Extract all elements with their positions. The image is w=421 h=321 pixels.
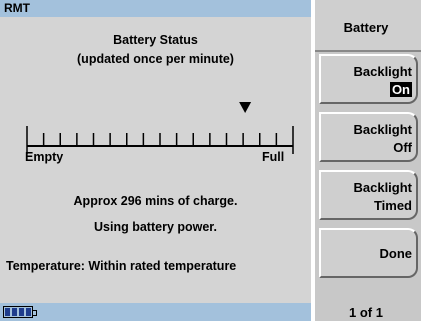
backlight-on-label: Backlight (353, 64, 412, 79)
backlight-on-state: On (389, 82, 412, 97)
backlight-on-button[interactable]: Backlight On (319, 54, 418, 104)
battery-tip (33, 310, 37, 316)
battery-segment (5, 308, 10, 316)
battery-segment (19, 308, 24, 316)
header-title: RMT (4, 1, 30, 15)
battery-segment (12, 308, 17, 316)
page-indicator: 1 of 1 (349, 305, 383, 320)
gauge-label-empty: Empty (25, 150, 64, 164)
battery-status-title: Battery Status (113, 33, 198, 47)
update-note: (updated once per minute) (77, 52, 234, 66)
temperature-text: Temperature: Within rated temperature (6, 259, 237, 273)
done-label: Done (379, 246, 413, 261)
main-panel: RMT Battery Status (updated once per min… (0, 0, 311, 321)
backlight-timed-state: Timed (373, 198, 412, 213)
backlight-timed-button[interactable]: Backlight Timed (319, 170, 418, 220)
gauge-label-full: Full (262, 150, 285, 164)
backlight-timed-label: Backlight (353, 180, 412, 195)
status-bar (0, 303, 311, 321)
done-button[interactable]: Done (319, 228, 418, 278)
menu-title-label: Battery (343, 20, 389, 35)
battery-icon (3, 306, 37, 318)
softkey-menu-title: Battery (315, 0, 421, 52)
backlight-off-button[interactable]: Backlight Off (319, 112, 418, 162)
softkey-panel: Battery Backlight On Backlight Off Backl… (315, 0, 421, 321)
header-bar: RMT (0, 0, 311, 17)
backlight-off-label: Backlight (353, 122, 412, 137)
charge-text: Approx 296 mins of charge. (73, 194, 238, 208)
gauge-pointer-icon (239, 102, 252, 113)
battery-segment (26, 308, 31, 316)
backlight-off-state: Off (393, 140, 412, 155)
gauge-ticks (26, 126, 294, 154)
power-source-text: Using battery power. (94, 220, 217, 234)
